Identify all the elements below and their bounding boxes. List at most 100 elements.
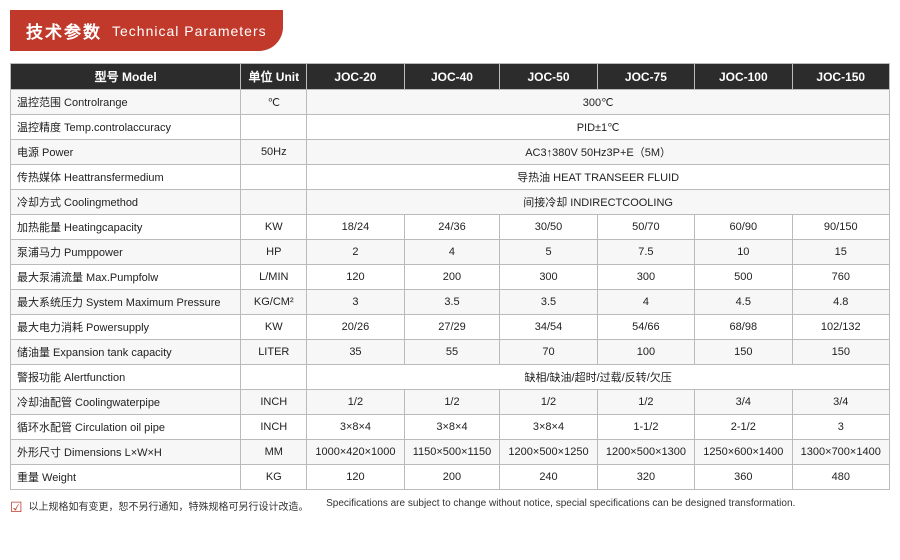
cell-13-4: 2-1/2 <box>695 415 792 440</box>
col-header-4: JOC-50 <box>500 64 597 90</box>
cell-5-4: 60/90 <box>695 215 792 240</box>
table-row: 电源 Power50HzAC3↑380V 50Hz3P+E（5M） <box>11 140 890 165</box>
cell-12-3: 1/2 <box>597 390 694 415</box>
table-row: 最大系统压力 System Maximum PressureKG/CM²33.5… <box>11 290 890 315</box>
table-row: 循环水配管 Circulation oil pipeINCH3×8×43×8×4… <box>11 415 890 440</box>
row-label-15: 重量 Weight <box>11 465 241 490</box>
row-label-2: 电源 Power <box>11 140 241 165</box>
cell-5-3: 50/70 <box>597 215 694 240</box>
cell-10-5: 150 <box>792 340 889 365</box>
cell-15-5: 480 <box>792 465 889 490</box>
table-row: 温控范围 Controlrange℃300℃ <box>11 90 890 115</box>
cell-10-2: 70 <box>500 340 597 365</box>
footer-cn: 以上规格如有变更，恕不另行通知，特殊规格可另行设计改造。 <box>29 498 309 513</box>
table-header-row: 型号 Model单位 UnitJOC-20JOC-40JOC-50JOC-75J… <box>11 64 890 90</box>
cell-12-5: 3/4 <box>792 390 889 415</box>
cell-13-0: 3×8×4 <box>307 415 404 440</box>
footer: ☑ 以上规格如有变更，恕不另行通知，特殊规格可另行设计改造。 Specifica… <box>10 498 890 516</box>
row-label-5: 加热能量 Heatingcapacity <box>11 215 241 240</box>
row-label-12: 冷却油配管 Coolingwaterpipe <box>11 390 241 415</box>
cell-15-4: 360 <box>695 465 792 490</box>
cell-7-0: 120 <box>307 265 404 290</box>
col-header-0: 型号 Model <box>11 64 241 90</box>
row-unit-7: L/MIN <box>241 265 307 290</box>
cell-6-2: 5 <box>500 240 597 265</box>
cell-9-4: 68/98 <box>695 315 792 340</box>
row-value-0: 300℃ <box>307 90 890 115</box>
cell-6-1: 4 <box>404 240 500 265</box>
cell-8-3: 4 <box>597 290 694 315</box>
cell-5-1: 24/36 <box>404 215 500 240</box>
cell-13-2: 3×8×4 <box>500 415 597 440</box>
row-unit-9: KW <box>241 315 307 340</box>
cell-6-5: 15 <box>792 240 889 265</box>
table-row: 传热媒体 Heattransfermedium导热油 HEAT TRANSEER… <box>11 165 890 190</box>
row-label-0: 温控范围 Controlrange <box>11 90 241 115</box>
footer-spacer <box>315 498 321 509</box>
row-label-14: 外形尺寸 Dimensions L×W×H <box>11 440 241 465</box>
col-header-5: JOC-75 <box>597 64 694 90</box>
table-row: 重量 WeightKG120200240320360480 <box>11 465 890 490</box>
row-label-9: 最大电力消耗 Powersupply <box>11 315 241 340</box>
row-unit-14: MM <box>241 440 307 465</box>
cell-7-1: 200 <box>404 265 500 290</box>
cell-12-2: 1/2 <box>500 390 597 415</box>
cell-14-0: 1000×420×1000 <box>307 440 404 465</box>
cell-9-0: 20/26 <box>307 315 404 340</box>
row-unit-10: LITER <box>241 340 307 365</box>
row-label-10: 储油量 Expansion tank capacity <box>11 340 241 365</box>
header-en: Technical Parameters <box>112 23 267 39</box>
cell-7-3: 300 <box>597 265 694 290</box>
table-row: 最大电力消耗 PowersupplyKW20/2627/2934/5454/66… <box>11 315 890 340</box>
col-header-3: JOC-40 <box>404 64 500 90</box>
row-label-1: 温控精度 Temp.controlaccuracy <box>11 115 241 140</box>
row-unit-8: KG/CM² <box>241 290 307 315</box>
row-unit-12: INCH <box>241 390 307 415</box>
row-unit-15: KG <box>241 465 307 490</box>
cell-15-2: 240 <box>500 465 597 490</box>
cell-13-1: 3×8×4 <box>404 415 500 440</box>
cell-13-3: 1-1/2 <box>597 415 694 440</box>
row-value-4: 间接冷却 INDIRECTCOOLING <box>307 190 890 215</box>
cell-9-5: 102/132 <box>792 315 889 340</box>
cell-14-4: 1250×600×1400 <box>695 440 792 465</box>
cell-10-3: 100 <box>597 340 694 365</box>
cell-7-4: 500 <box>695 265 792 290</box>
row-label-4: 冷却方式 Coolingmethod <box>11 190 241 215</box>
table-row: 温控精度 Temp.controlaccuracy PID±1℃ <box>11 115 890 140</box>
cell-12-0: 1/2 <box>307 390 404 415</box>
cell-7-5: 760 <box>792 265 889 290</box>
row-label-11: 警报功能 Alertfunction <box>11 365 241 390</box>
row-unit-6: HP <box>241 240 307 265</box>
row-value-11: 缺相/缺油/超时/过载/反转/欠压 <box>307 365 890 390</box>
cell-13-5: 3 <box>792 415 889 440</box>
table-row: 冷却油配管 CoolingwaterpipeINCH1/21/21/21/23/… <box>11 390 890 415</box>
cell-10-1: 55 <box>404 340 500 365</box>
cell-14-2: 1200×500×1250 <box>500 440 597 465</box>
row-unit-4 <box>241 190 307 215</box>
table-row: 外形尺寸 Dimensions L×W×HMM1000×420×10001150… <box>11 440 890 465</box>
row-label-6: 泵浦马力 Pumppower <box>11 240 241 265</box>
cell-8-4: 4.5 <box>695 290 792 315</box>
header-cn: 技术参数 <box>26 18 102 43</box>
check-icon: ☑ <box>10 499 23 516</box>
cell-12-1: 1/2 <box>404 390 500 415</box>
table-row: 最大泵浦流量 Max.PumpfolwL/MIN1202003003005007… <box>11 265 890 290</box>
row-unit-11 <box>241 365 307 390</box>
table-row: 储油量 Expansion tank capacityLITER35557010… <box>11 340 890 365</box>
row-label-3: 传热媒体 Heattransfermedium <box>11 165 241 190</box>
row-value-1: PID±1℃ <box>307 115 890 140</box>
cell-12-4: 3/4 <box>695 390 792 415</box>
table-wrap: 型号 Model单位 UnitJOC-20JOC-40JOC-50JOC-75J… <box>10 63 890 490</box>
cell-5-0: 18/24 <box>307 215 404 240</box>
cell-5-5: 90/150 <box>792 215 889 240</box>
cell-8-1: 3.5 <box>404 290 500 315</box>
cell-14-3: 1200×500×1300 <box>597 440 694 465</box>
cell-15-0: 120 <box>307 465 404 490</box>
specs-table: 型号 Model单位 UnitJOC-20JOC-40JOC-50JOC-75J… <box>10 63 890 490</box>
cell-8-0: 3 <box>307 290 404 315</box>
row-unit-0: ℃ <box>241 90 307 115</box>
cell-14-5: 1300×700×1400 <box>792 440 889 465</box>
cell-10-0: 35 <box>307 340 404 365</box>
cell-10-4: 150 <box>695 340 792 365</box>
